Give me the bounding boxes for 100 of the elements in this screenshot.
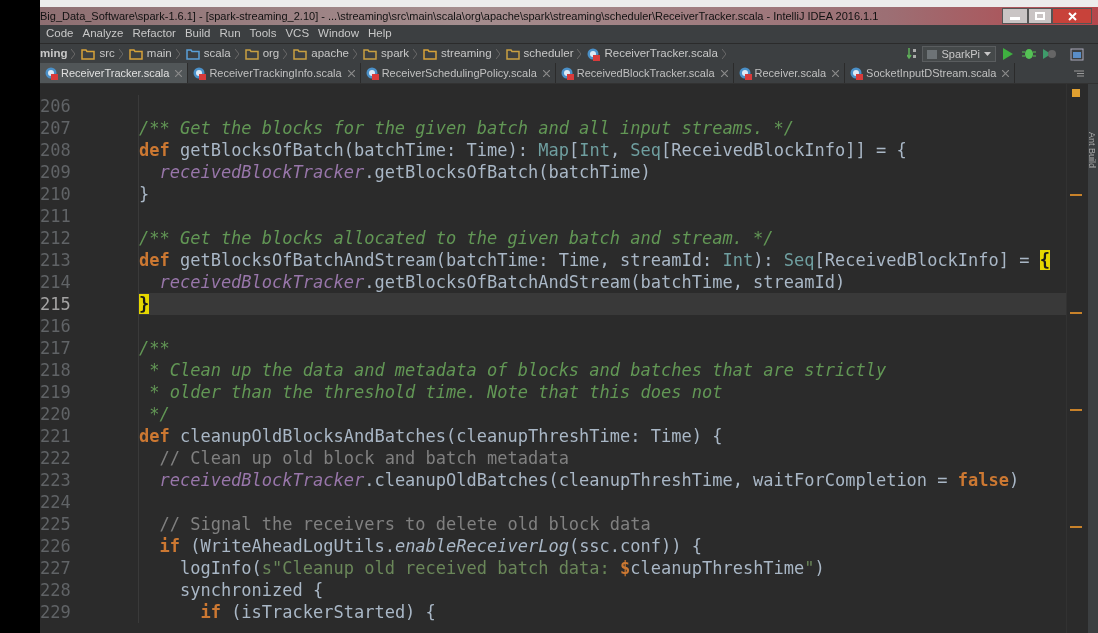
minimize-button[interactable]	[1002, 8, 1028, 24]
breadcrumb-item[interactable]: apache	[311, 45, 349, 63]
breadcrumb-item[interactable]: spark	[381, 45, 410, 63]
menu-item[interactable]: Run	[219, 25, 241, 43]
sort-icon[interactable]	[907, 47, 918, 61]
breadcrumb-item[interactable]: ming	[40, 45, 68, 63]
breadcrumb-item[interactable]: main	[146, 45, 172, 63]
line-number: 215	[40, 293, 72, 315]
line-number: 221	[40, 425, 72, 447]
run-icon[interactable]	[1002, 48, 1014, 60]
chevron-icon	[118, 49, 123, 59]
code-line: def getBlocksOfBatch(batchTime: Time): Map[Int, Seq[ReceivedBlockInfo]] = {	[139, 139, 908, 161]
line-number: 225	[40, 513, 72, 535]
line-number: 214	[40, 271, 72, 293]
close-tab-icon[interactable]	[175, 69, 183, 77]
maximize-button[interactable]	[1028, 8, 1052, 24]
menu-item[interactable]: Refactor	[132, 25, 176, 43]
folder-icon	[293, 48, 308, 60]
menu-item[interactable]: Code	[46, 25, 74, 43]
line-number: 220	[40, 403, 72, 425]
marker-stripe[interactable]	[1070, 409, 1082, 411]
chevron-icon	[721, 49, 726, 59]
code-line: if (WriteAheadLogUtils.enableReceiverLog(ssc.conf)) {	[158, 535, 703, 557]
line-number: 222	[40, 447, 72, 469]
chevron-icon	[175, 49, 180, 59]
code-line: }	[139, 183, 151, 205]
breadcrumb-item[interactable]: scala	[203, 45, 231, 63]
line-number: 217	[40, 337, 72, 359]
close-tab-icon[interactable]	[1002, 69, 1010, 77]
menu-item[interactable]: Tools	[249, 25, 277, 43]
close-tab-icon[interactable]	[542, 69, 550, 77]
code-line: receivedBlockTracker.getBlocksOfBatch(batchTime)	[158, 161, 652, 183]
folder-icon	[244, 48, 259, 60]
scala-file-icon	[365, 66, 379, 80]
code-line: synchronized {	[178, 579, 325, 601]
line-number: 227	[40, 557, 72, 579]
project-structure-icon[interactable]	[1070, 47, 1084, 61]
menu-item[interactable]: Window	[318, 25, 359, 43]
line-number: 210	[40, 183, 72, 205]
breadcrumb-item[interactable]: src	[99, 45, 115, 63]
code-line: logInfo(s"Cleanup old received batch data: $cleanupThreshTime")	[178, 557, 826, 579]
chevron-icon	[353, 49, 357, 59]
code-line: receivedBlockTracker.cleanupOldBatches(cleanupThreshTime, waitForCompletion = false)	[158, 469, 1021, 491]
bug-icon[interactable]	[1022, 48, 1036, 60]
breadcrumb-item[interactable]: scheduler	[523, 45, 574, 63]
line-number: 213	[40, 249, 72, 271]
menu-item[interactable]: Help	[368, 25, 392, 43]
marker-stripe[interactable]	[1070, 312, 1082, 314]
code-line: // Clean up old block and batch metadata	[158, 447, 570, 469]
close-tab-icon[interactable]	[720, 69, 728, 77]
caret-icon	[984, 52, 991, 56]
line-number: 216	[40, 315, 72, 337]
folder-icon	[363, 48, 377, 60]
folder-icon	[128, 48, 143, 60]
line-number: 212	[40, 227, 72, 249]
line-number: 226	[40, 535, 72, 557]
code-line: def cleanupOldBlocksAndBatches(cleanupThreshTime: Time) {	[139, 425, 724, 447]
line-number: 228	[40, 579, 72, 601]
run-configuration-dropdown[interactable]: SparkPi	[922, 46, 996, 62]
coverage-icon[interactable]	[1042, 48, 1056, 60]
breadcrumb-item[interactable]: ReceiverTracker.scala	[604, 45, 718, 63]
scala-file-icon	[738, 66, 752, 80]
line-number: 229	[40, 601, 72, 623]
menu-item[interactable]: Build	[184, 25, 211, 43]
code-line: def getBlocksOfBatchAndStream(batchTime: Time, streamId: Int): Seq[ReceivedBlockInfo] = {	[139, 249, 1051, 271]
folder-icon	[505, 48, 520, 60]
breadcrumb-item[interactable]: streaming	[441, 45, 492, 63]
line-number: 219	[40, 381, 72, 403]
scala-file-icon	[850, 66, 864, 80]
scala-file-icon	[193, 66, 207, 80]
editor-tab[interactable]: ReceiverTracker.scala	[40, 63, 189, 83]
code-line: /** Get the blocks for the given batch and all input streams. */	[139, 117, 796, 139]
chevron-icon	[234, 49, 239, 59]
close-icon	[1067, 11, 1077, 21]
line-number: 207	[40, 117, 72, 139]
close-tab-icon[interactable]	[347, 69, 355, 77]
menu-item[interactable]: VCS	[285, 25, 310, 43]
line-number: 209	[40, 161, 72, 183]
ant-build-tab[interactable]: Ant Build	[1084, 132, 1098, 169]
folder-icon	[423, 48, 438, 60]
marker-stripe[interactable]	[1070, 194, 1082, 196]
chevron-icon	[283, 49, 288, 59]
line-number: 223	[40, 469, 72, 491]
folder-icon	[185, 48, 200, 60]
close-button[interactable]	[1052, 8, 1092, 24]
scala-file-icon	[45, 66, 58, 80]
scala-file-icon	[587, 47, 601, 61]
code-line: * Clean up the data and metadata of blocks and batches that are strictly	[148, 359, 888, 381]
line-number: 208	[40, 139, 72, 161]
code-line: if (isTrackerStarted) {	[199, 601, 437, 623]
tab-list-icon[interactable]	[1074, 70, 1084, 77]
scala-file-icon	[560, 66, 574, 80]
code-line: /**	[139, 337, 171, 359]
code-line: // Signal the receivers to delete old block data	[158, 513, 652, 535]
breadcrumb-item[interactable]: org	[262, 45, 280, 63]
close-tab-icon[interactable]	[832, 69, 840, 77]
code-line: * older than the threshold time. Note that this does not	[148, 381, 724, 403]
marker-stripe[interactable]	[1070, 526, 1082, 528]
menu-item[interactable]: Analyze	[82, 25, 124, 43]
chevron-icon	[577, 49, 582, 59]
